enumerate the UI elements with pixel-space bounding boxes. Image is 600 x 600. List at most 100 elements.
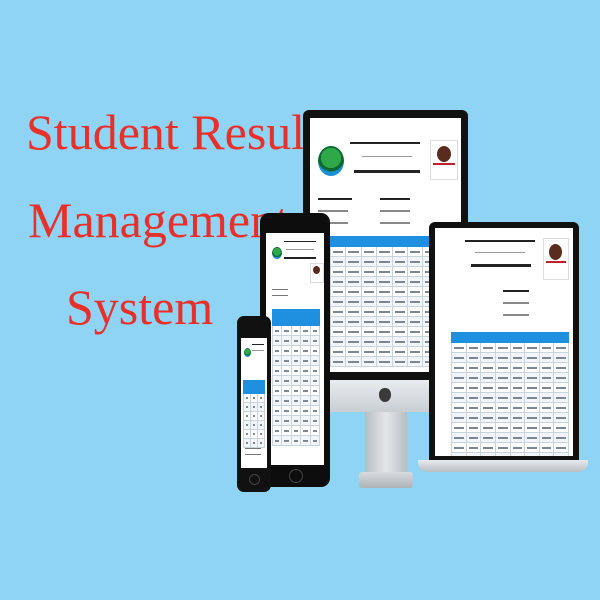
marks-table	[243, 384, 265, 448]
phone-home-button	[249, 474, 260, 485]
table-cell	[243, 393, 251, 403]
table-cell	[345, 336, 362, 347]
cell-text-placeholder	[483, 436, 493, 439]
headline-line-1: Student Result	[26, 104, 320, 160]
table-cell	[281, 355, 292, 366]
table-cell	[281, 395, 292, 406]
table-row	[243, 384, 265, 394]
headline-line-2: Management	[28, 192, 290, 248]
table-cell	[391, 276, 408, 287]
cell-text-placeholder	[293, 379, 299, 382]
table-cell	[509, 352, 526, 363]
table-row	[451, 352, 569, 363]
cell-text-placeholder	[454, 376, 464, 379]
table-cell	[451, 362, 467, 373]
table-cell	[309, 425, 321, 436]
table-cell	[494, 342, 511, 353]
cell-text-placeholder	[541, 406, 552, 409]
cell-text-placeholder	[303, 409, 308, 412]
cell-text-placeholder	[348, 290, 359, 293]
cell-text-placeholder	[541, 346, 552, 349]
cell-text-placeholder	[454, 426, 464, 429]
table-cell	[360, 356, 378, 367]
cell-text-placeholder	[246, 424, 248, 426]
table-cell	[524, 342, 540, 353]
table-cell	[494, 382, 511, 393]
table-cell	[465, 432, 482, 443]
table-cell	[376, 286, 393, 297]
table-cell	[480, 422, 496, 433]
cell-text-placeholder	[348, 270, 359, 273]
cell-text-placeholder	[527, 406, 537, 409]
table-cell	[524, 332, 540, 343]
cell-text-placeholder	[454, 416, 464, 419]
cell-text-placeholder	[363, 310, 375, 313]
table-cell	[465, 342, 482, 353]
table-cell	[465, 452, 482, 456]
table-cell	[524, 402, 540, 413]
cell-text-placeholder	[333, 310, 344, 313]
laptop	[418, 222, 588, 480]
table-cell	[480, 342, 496, 353]
table-cell	[509, 452, 526, 456]
table-cell	[391, 296, 408, 307]
table-cell	[271, 355, 283, 366]
cell-text-placeholder	[468, 396, 479, 399]
table-cell	[345, 326, 362, 337]
table-cell	[465, 422, 482, 433]
table-cell	[465, 412, 482, 423]
cell-text-placeholder	[497, 346, 508, 349]
table-row	[271, 335, 321, 346]
table-cell	[538, 442, 555, 453]
table-cell	[553, 372, 569, 383]
table-cell	[494, 332, 511, 343]
table-cell	[250, 411, 258, 421]
table-cell	[290, 375, 302, 386]
table-cell	[329, 306, 347, 317]
cell-text-placeholder	[454, 356, 464, 359]
cell-text-placeholder	[303, 359, 308, 362]
table-cell	[309, 355, 321, 366]
table-cell	[451, 402, 467, 413]
table-cell	[376, 276, 393, 287]
table-cell	[451, 342, 467, 353]
cell-text-placeholder	[275, 369, 280, 372]
table-cell	[538, 452, 555, 456]
cell-text-placeholder	[363, 340, 375, 343]
table-cell	[257, 429, 265, 439]
cell-text-placeholder	[497, 396, 508, 399]
table-cell	[329, 286, 347, 297]
table-cell	[553, 392, 569, 403]
table-cell	[345, 266, 362, 277]
table-row	[451, 362, 569, 373]
cell-text-placeholder	[312, 399, 317, 402]
cell-text-placeholder	[253, 424, 255, 426]
table-cell	[509, 332, 526, 343]
table-cell	[360, 346, 378, 357]
cell-text-placeholder	[348, 340, 359, 343]
cell-text-placeholder	[541, 436, 552, 439]
table-cell	[281, 315, 292, 326]
table-cell	[538, 382, 555, 393]
table-cell	[451, 442, 467, 453]
tablet-screen	[266, 233, 324, 465]
monitor-foot	[359, 472, 413, 488]
cell-text-placeholder	[483, 356, 493, 359]
cell-text-placeholder	[246, 415, 248, 417]
table-row	[451, 422, 569, 433]
table-row	[271, 425, 321, 436]
cell-text-placeholder	[512, 446, 523, 449]
table-cell	[243, 429, 251, 439]
table-row	[243, 438, 265, 448]
cell-text-placeholder	[394, 260, 405, 263]
cell-text-placeholder	[394, 320, 405, 323]
table-cell	[360, 246, 378, 257]
cell-text-placeholder	[303, 339, 308, 342]
table-cell	[345, 346, 362, 357]
table-cell	[329, 296, 347, 307]
cell-text-placeholder	[556, 356, 566, 359]
cell-text-placeholder	[348, 260, 359, 263]
table-cell	[271, 315, 283, 326]
table-cell	[290, 365, 302, 376]
cell-text-placeholder	[468, 366, 479, 369]
